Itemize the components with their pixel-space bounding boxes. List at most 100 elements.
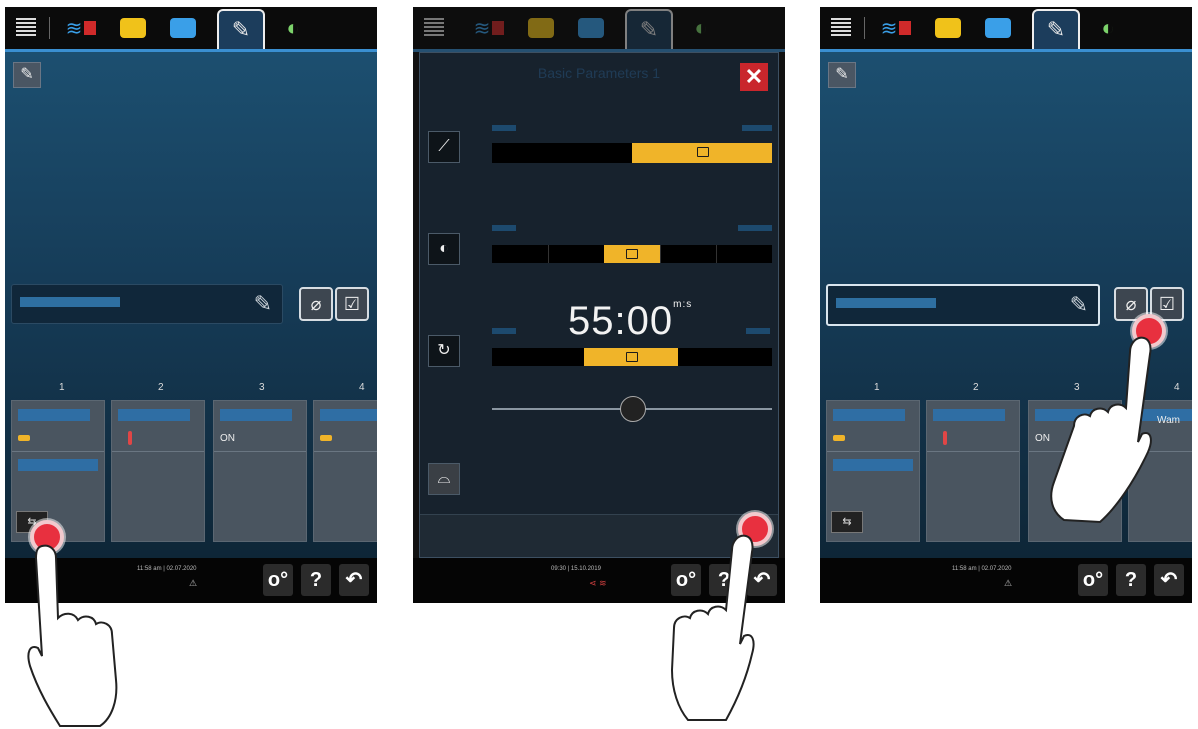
pot-tab[interactable]: [930, 13, 966, 43]
edit-icon: ✎: [231, 17, 251, 42]
edit-icon: ✎: [639, 17, 659, 42]
warning-icon: ⚠: [189, 578, 198, 588]
step-title-bar: [18, 409, 90, 421]
cleaning-icon: ◐: [1101, 15, 1115, 40]
save-program-button[interactable]: ☑: [335, 287, 369, 321]
step-number: 3: [259, 382, 265, 393]
cooking-time: 55:00m:s: [568, 299, 692, 344]
status-time: 11:58 am | 02.07.2020: [952, 566, 1012, 572]
program-name-row: ✎ ⌀ ☑: [11, 284, 369, 324]
divider: [314, 451, 377, 452]
fine-adjust-knob[interactable]: [620, 396, 646, 422]
paperclip-icon: ⌀: [310, 294, 322, 314]
settings-button[interactable]: o°: [1078, 564, 1108, 596]
tab-separator: [864, 17, 865, 39]
range-min: [492, 125, 516, 131]
temperature-param-icon: ◐: [428, 233, 460, 265]
humidity-slider[interactable]: [492, 143, 772, 163]
slider-handle[interactable]: [626, 249, 638, 259]
menu-tab[interactable]: [419, 13, 449, 43]
step-title-bar: [118, 409, 190, 421]
step-number: 1: [59, 382, 65, 393]
attachment-button[interactable]: ⌀: [299, 287, 333, 321]
menu-tab[interactable]: [826, 13, 856, 43]
hand-pointer-icon: [670, 534, 755, 721]
edit-tab[interactable]: ✎: [625, 9, 673, 49]
cleaning-icon: ◐: [286, 15, 300, 40]
tray-icon: [170, 18, 196, 38]
program-name-field[interactable]: ✎: [11, 284, 283, 324]
range-max: [742, 125, 772, 131]
cooking-mode-icon: ⌓: [428, 463, 460, 495]
pen-icon: ✎: [253, 291, 272, 316]
close-button[interactable]: ✕: [740, 63, 768, 91]
thermometer-icon: [943, 431, 947, 445]
pot-tab[interactable]: [523, 13, 559, 43]
pen-icon: ✎: [1069, 292, 1088, 317]
temperature-slider[interactable]: [492, 245, 772, 263]
help-button[interactable]: ?: [1116, 564, 1146, 596]
step-card-4[interactable]: [313, 400, 377, 542]
step-card-1[interactable]: ⇆: [11, 400, 105, 542]
program-name-text: [20, 297, 120, 307]
menu-tab[interactable]: [11, 13, 41, 43]
fan-icon: [833, 435, 845, 441]
back-button[interactable]: ↶: [339, 564, 369, 596]
tick: [716, 245, 717, 263]
pot-icon: [120, 18, 146, 38]
program-editor: ✎ ✎ ⌀ ☑ 1 2 3 4 ⇆ ON: [5, 52, 377, 558]
tray-tab[interactable]: [165, 13, 201, 43]
cooking-modes-tab[interactable]: ≋: [872, 13, 920, 43]
step-number: 4: [359, 382, 365, 393]
warning-icon: ⚠: [1004, 578, 1013, 588]
humidity-icon: [320, 435, 332, 441]
divider: [927, 451, 1019, 452]
divider: [112, 451, 204, 452]
cleaning-tab[interactable]: ◐: [683, 13, 719, 43]
step-number: 1: [874, 382, 880, 393]
save-edit-icon: ☑: [343, 294, 361, 314]
help-icon: ?: [1124, 569, 1138, 591]
slider-handle[interactable]: [626, 352, 638, 362]
back-button[interactable]: ↶: [1154, 564, 1184, 596]
paperclip-icon: ⌀: [1125, 294, 1137, 314]
back-icon: ↶: [345, 569, 363, 591]
cooking-modes-icon: ≋: [65, 17, 83, 40]
help-button[interactable]: ?: [301, 564, 331, 596]
cooking-modes-tab[interactable]: ≋: [57, 13, 105, 43]
step-card-3[interactable]: ON: [213, 400, 307, 542]
tray-icon: [985, 18, 1011, 38]
thermometer-icon: [128, 431, 132, 445]
range-max: [746, 328, 770, 334]
program-name-row: ✎ ⌀ ☑: [826, 284, 1184, 326]
menu-icon: [831, 18, 851, 38]
close-icon: ✕: [744, 64, 764, 89]
divider: [827, 451, 919, 452]
edit-tab[interactable]: ✎: [217, 9, 265, 49]
tray-icon: [578, 18, 604, 38]
step-options-button[interactable]: ⇆: [831, 511, 863, 533]
step-card-1[interactable]: ⇆: [826, 400, 920, 542]
cleaning-tab[interactable]: ◐: [275, 13, 311, 43]
settings-button[interactable]: o°: [263, 564, 293, 596]
divider: [12, 451, 104, 452]
indicator-icon: [84, 21, 97, 35]
menu-icon: [16, 18, 36, 38]
edit-icon[interactable]: ✎: [828, 62, 856, 88]
step-card-2[interactable]: [926, 400, 1020, 542]
tray-tab[interactable]: [573, 13, 609, 43]
cleaning-tab[interactable]: ◐: [1090, 13, 1126, 43]
indicator-icon: [492, 21, 505, 35]
pot-tab[interactable]: [115, 13, 151, 43]
slider-handle[interactable]: [697, 147, 709, 157]
hand-pointer-icon: [1050, 336, 1152, 524]
tray-tab[interactable]: [980, 13, 1016, 43]
edit-icon[interactable]: ✎: [13, 62, 41, 88]
cooking-modes-tab[interactable]: ≋: [465, 13, 513, 43]
cooking-modes-icon: ≋: [880, 17, 898, 40]
settings-icon: o°: [1082, 569, 1104, 591]
time-slider[interactable]: [492, 348, 772, 366]
program-name-field[interactable]: ✎: [826, 284, 1100, 326]
step-card-2[interactable]: [111, 400, 205, 542]
edit-tab[interactable]: ✎: [1032, 9, 1080, 49]
